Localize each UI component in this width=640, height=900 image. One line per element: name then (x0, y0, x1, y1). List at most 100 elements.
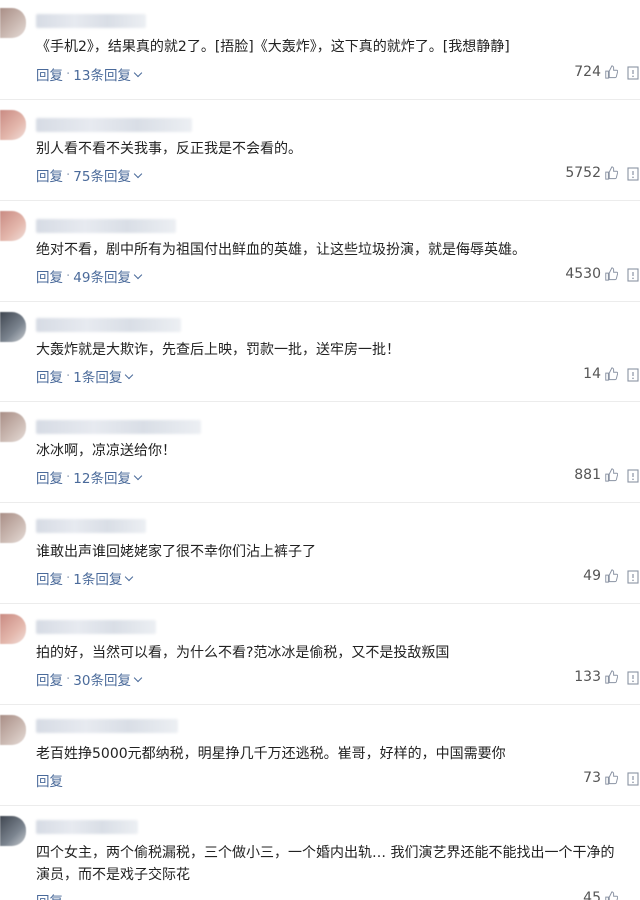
like-button[interactable]: 45 (583, 890, 618, 900)
thumb-up-icon (605, 891, 618, 900)
comment-item: 别人看不看不关我事，反正我是不会看的。 回复 · 75条回复 5752 (0, 100, 640, 201)
separator: · (66, 368, 71, 384)
separator: · (66, 671, 71, 687)
reply-button[interactable]: 回复 (36, 366, 63, 386)
comment-actions: 回复 · 30条回复 (36, 669, 143, 689)
like-button[interactable]: 14 (583, 366, 618, 382)
like-button[interactable]: 881 (574, 467, 618, 483)
comment-actions: 回复 · 13条回复 (36, 64, 143, 84)
reply-button[interactable]: 回复 (36, 467, 63, 487)
separator: · (66, 469, 71, 485)
like-count: 4530 (565, 266, 601, 282)
chevron-down-icon[interactable] (133, 673, 143, 682)
comment-text: 老百姓挣5000元都纳税，明星挣几千万还逃税。崔哥，好样的，中国需要你 (36, 746, 506, 762)
comment-actions: 回复 (36, 890, 63, 900)
chevron-down-icon[interactable] (133, 270, 143, 279)
replies-toggle[interactable]: 1条回复 (73, 366, 122, 386)
comment-item: 冰冰啊，凉凉送给你！ 回复 · 12条回复 881 (0, 402, 640, 503)
replies-toggle[interactable]: 75条回复 (73, 165, 131, 185)
like-count: 724 (574, 64, 601, 80)
comment-text: 别人看不看不关我事，反正我是不会看的。 (36, 141, 302, 157)
like-count: 133 (574, 669, 601, 685)
username-blurred[interactable] (36, 219, 176, 233)
thumb-up-icon (605, 65, 618, 79)
separator: · (66, 66, 71, 82)
avatar[interactable] (0, 8, 26, 38)
comment-actions: 回复 · 12条回复 (36, 467, 143, 487)
reply-button[interactable]: 回复 (36, 64, 63, 84)
reply-button[interactable]: 回复 (36, 770, 63, 790)
reply-button[interactable]: 回复 (36, 568, 63, 588)
replies-toggle[interactable]: 49条回复 (73, 266, 131, 286)
reply-button[interactable]: 回复 (36, 890, 63, 900)
comment-actions: 回复 · 75条回复 (36, 165, 143, 185)
username-blurred[interactable] (36, 620, 156, 634)
like-count: 881 (574, 467, 601, 483)
thumb-up-icon (605, 367, 618, 381)
reply-button[interactable]: 回复 (36, 266, 63, 286)
avatar[interactable] (0, 211, 26, 241)
chevron-down-icon[interactable] (125, 572, 134, 581)
chevron-down-icon[interactable] (125, 370, 134, 379)
like-button[interactable]: 724 (574, 64, 618, 80)
thumb-up-icon (605, 569, 618, 583)
thumb-up-icon (605, 267, 618, 281)
username-blurred[interactable] (36, 14, 146, 28)
avatar[interactable] (0, 312, 26, 342)
report-icon[interactable] (626, 570, 640, 584)
like-button[interactable]: 73 (583, 770, 618, 786)
separator: · (66, 570, 71, 586)
avatar[interactable] (0, 816, 26, 846)
thumb-up-icon (605, 166, 618, 180)
report-icon[interactable] (626, 772, 640, 786)
replies-toggle[interactable]: 30条回复 (73, 669, 131, 689)
username-blurred[interactable] (36, 820, 138, 834)
avatar[interactable] (0, 614, 26, 644)
chevron-down-icon[interactable] (133, 68, 143, 77)
comment-text: 四个女主，两个偷税漏税，三个做小三，一个婚内出轨… 我们演艺界还能不能找出一个干… (36, 845, 615, 883)
thumb-up-icon (605, 468, 618, 482)
comment-actions: 回复 (36, 770, 63, 790)
replies-toggle[interactable]: 1条回复 (73, 568, 122, 588)
username-blurred[interactable] (36, 719, 178, 733)
like-count: 14 (583, 366, 601, 382)
chevron-down-icon[interactable] (133, 169, 143, 178)
comment-item: 老百姓挣5000元都纳税，明星挣几千万还逃税。崔哥，好样的，中国需要你 回复 7… (0, 705, 640, 806)
like-count: 5752 (565, 165, 601, 181)
replies-toggle[interactable]: 12条回复 (73, 467, 131, 487)
like-count: 73 (583, 770, 601, 786)
comment-text: 《手机2》，结果真的就2了。[捂脸]《大轰炸》，这下真的就炸了。[我想静静] (36, 39, 510, 55)
avatar[interactable] (0, 110, 26, 140)
username-blurred[interactable] (36, 420, 201, 434)
like-button[interactable]: 4530 (565, 266, 618, 282)
username-blurred[interactable] (36, 118, 192, 132)
comment-item: 谁敢出声谁回姥姥家了很不幸你们沾上裤子了 回复 · 1条回复 49 (0, 503, 640, 604)
username-blurred[interactable] (36, 519, 146, 533)
reply-button[interactable]: 回复 (36, 165, 63, 185)
comment-text: 绝对不看，剧中所有为祖国付出鲜血的英雄，让这些垃圾扮演，就是侮辱英雄。 (36, 242, 526, 258)
report-icon[interactable] (626, 368, 640, 382)
report-icon[interactable] (626, 66, 640, 80)
report-icon[interactable] (626, 671, 640, 685)
separator: · (66, 167, 71, 183)
report-icon[interactable] (626, 167, 640, 181)
comment-text: 冰冰啊，凉凉送给你！ (36, 443, 176, 459)
replies-toggle[interactable]: 13条回复 (73, 64, 131, 84)
avatar[interactable] (0, 715, 26, 745)
thumb-up-icon (605, 670, 618, 684)
reply-button[interactable]: 回复 (36, 669, 63, 689)
report-icon[interactable] (626, 469, 640, 483)
comment-text: 大轰炸就是大欺诈，先查后上映，罚款一批，送牢房一批！ (36, 342, 400, 358)
like-count: 45 (583, 890, 601, 900)
comment-actions: 回复 · 1条回复 (36, 568, 134, 588)
username-blurred[interactable] (36, 318, 181, 332)
like-button[interactable]: 49 (583, 568, 618, 584)
chevron-down-icon[interactable] (133, 471, 143, 480)
avatar[interactable] (0, 412, 26, 442)
comment-item: 绝对不看，剧中所有为祖国付出鲜血的英雄，让这些垃圾扮演，就是侮辱英雄。 回复 ·… (0, 201, 640, 302)
like-button[interactable]: 133 (574, 669, 618, 685)
comment-actions: 回复 · 1条回复 (36, 366, 134, 386)
avatar[interactable] (0, 513, 26, 543)
like-button[interactable]: 5752 (565, 165, 618, 181)
report-icon[interactable] (626, 268, 640, 282)
